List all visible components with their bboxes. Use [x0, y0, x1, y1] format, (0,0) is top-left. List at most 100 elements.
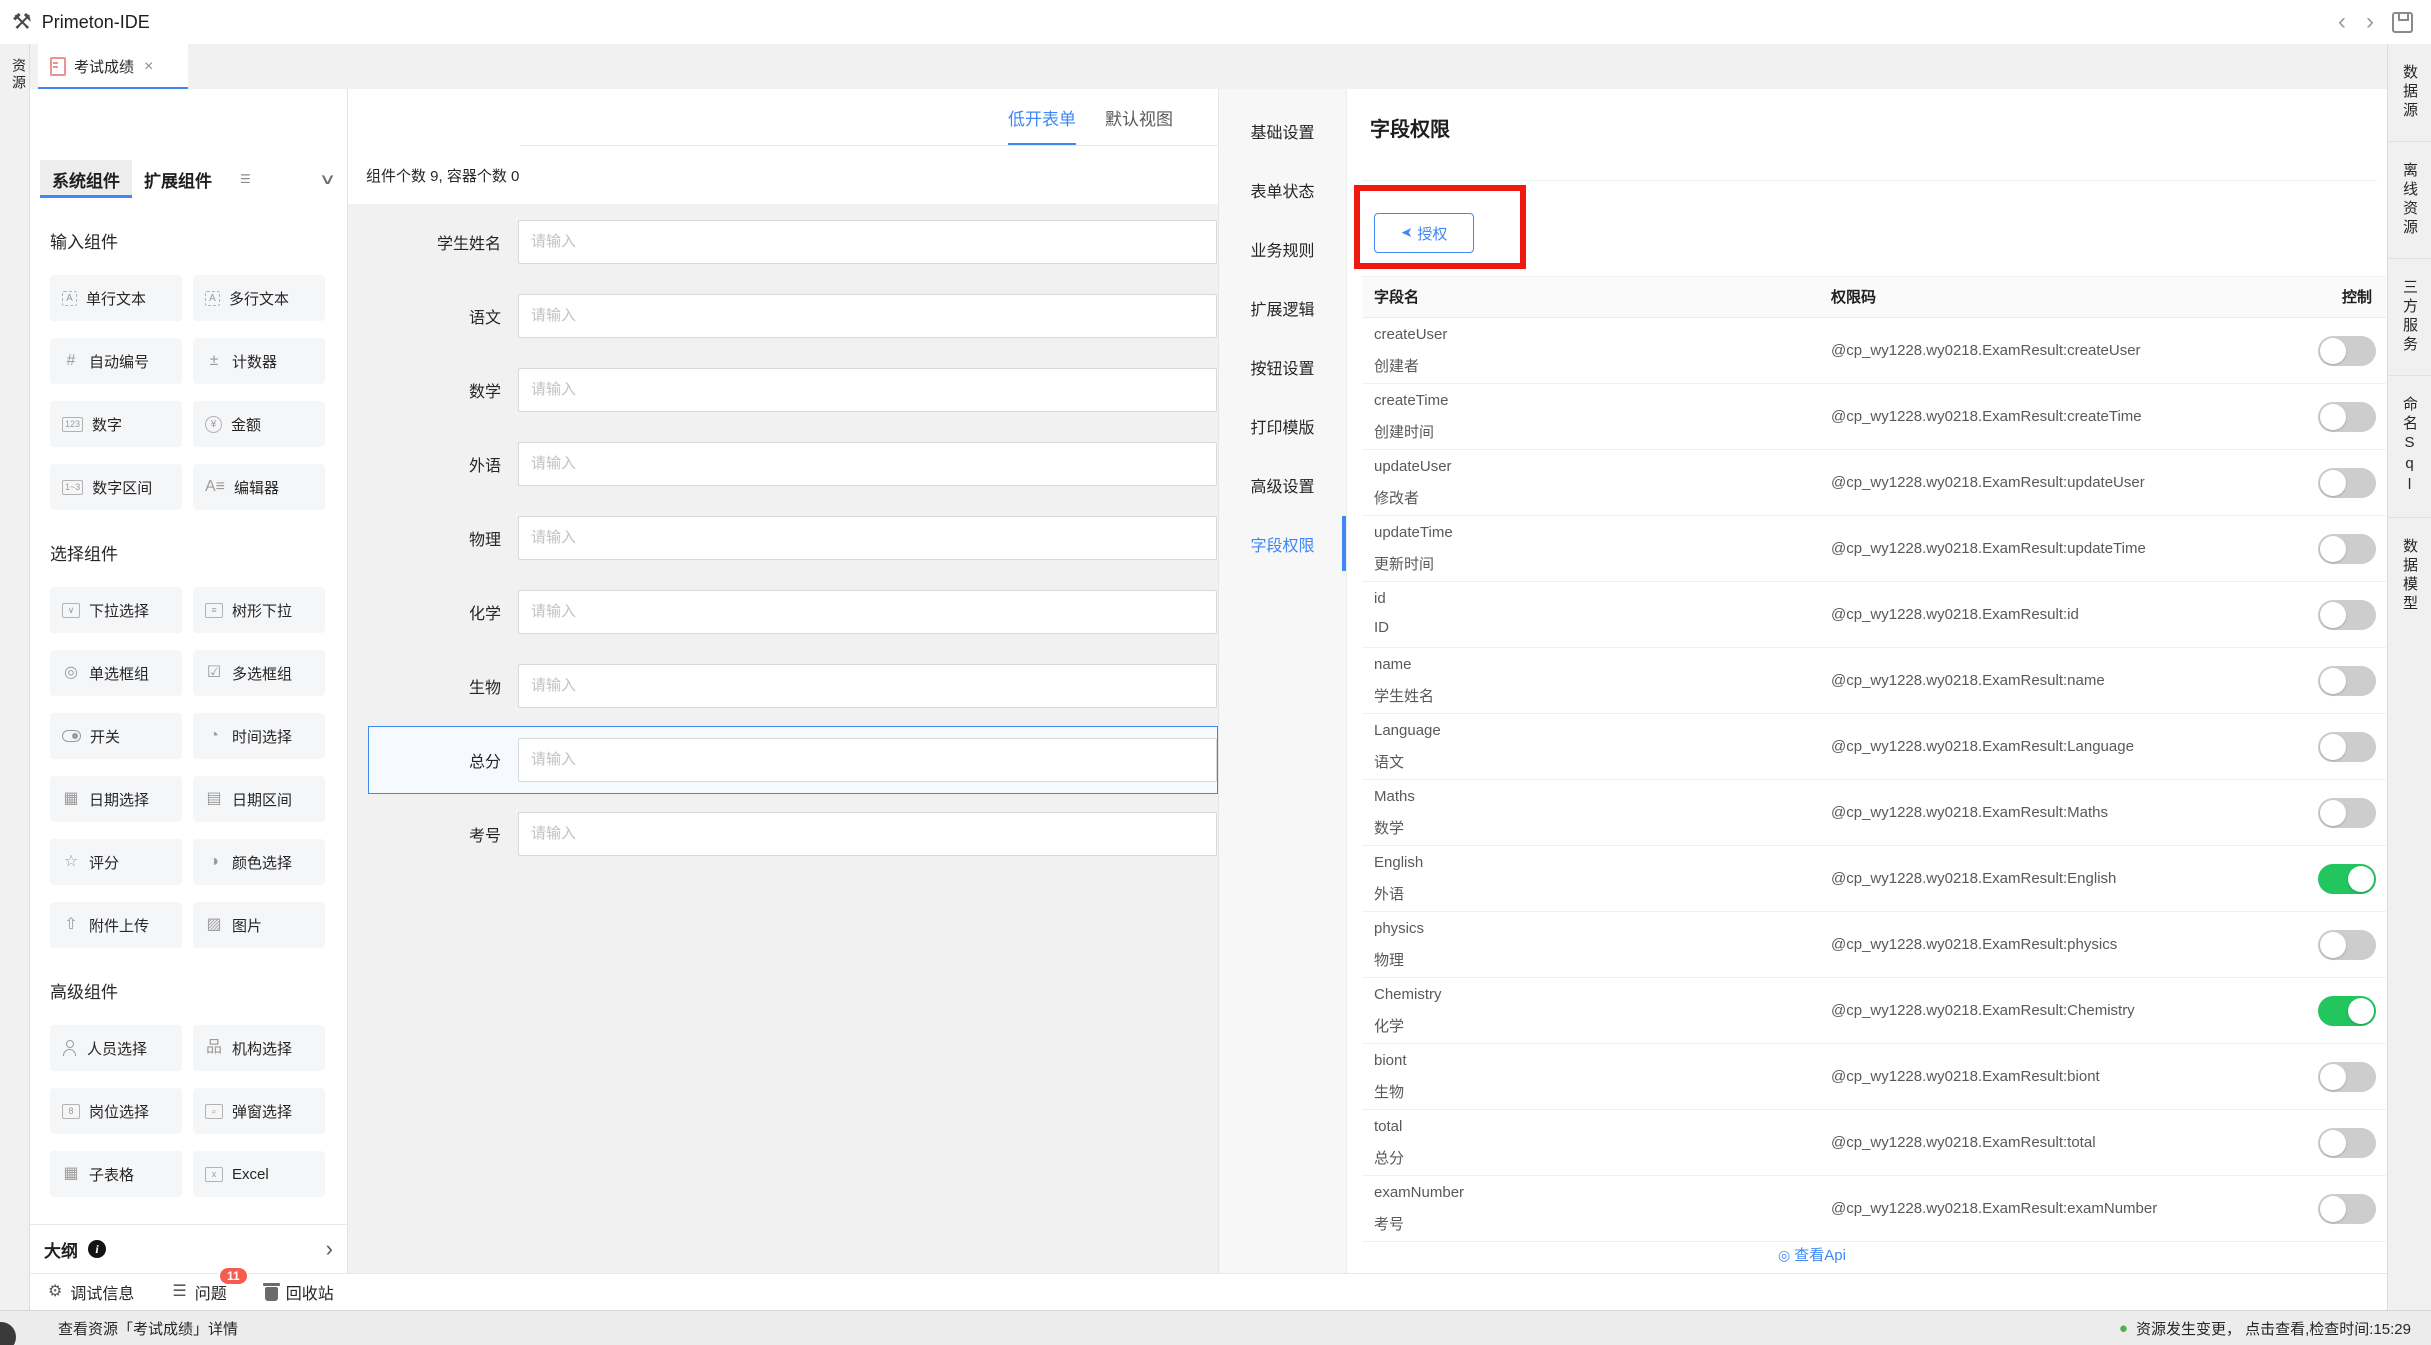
- view-api-link[interactable]: ◎查看Api: [1362, 1244, 2262, 1265]
- chevron-right-icon[interactable]: ›: [326, 1236, 333, 1262]
- palette-item-position-select[interactable]: 8岗位选择: [50, 1088, 182, 1134]
- palette-item-auto-number[interactable]: #自动编号: [50, 338, 182, 384]
- form-row[interactable]: 物理请输入: [368, 504, 1218, 572]
- right-rail-item-2[interactable]: 三方服务: [2399, 259, 2420, 375]
- palette-item-single-line-text[interactable]: A单行文本: [50, 275, 182, 321]
- settings-menu-item-3[interactable]: 扩展逻辑: [1219, 278, 1346, 337]
- status-right[interactable]: ● 资源发生变更， 点击查看,检查时间:15:29: [2119, 1318, 2411, 1339]
- toggle-switch[interactable]: [2318, 336, 2376, 366]
- palette-item-date-picker[interactable]: ▦日期选择: [50, 776, 182, 822]
- palette-item-popup-select[interactable]: ⌕弹窗选择: [193, 1088, 325, 1134]
- toggle-switch[interactable]: [2318, 930, 2376, 960]
- right-rail-item-3[interactable]: 命名Sql: [2399, 376, 2420, 517]
- toggle-switch[interactable]: [2318, 996, 2376, 1026]
- palette-item-image[interactable]: ▨图片: [193, 902, 325, 948]
- tab-extension-components[interactable]: 扩展组件: [132, 160, 224, 198]
- view-tab-1[interactable]: 默认视图: [1105, 89, 1173, 146]
- form-row[interactable]: 化学请输入: [368, 578, 1218, 646]
- toggle-switch[interactable]: [2318, 402, 2376, 432]
- issues-button[interactable]: ☰ 问题 11: [172, 1280, 226, 1304]
- palette-item-attachment-upload[interactable]: ⇧附件上传: [50, 902, 182, 948]
- form-row[interactable]: 总分请输入: [368, 726, 1218, 794]
- right-rail-item-1[interactable]: 离线资源: [2399, 142, 2420, 258]
- palette-item-sub-table[interactable]: ▦子表格: [50, 1151, 182, 1197]
- tab-system-components[interactable]: 系统组件: [40, 160, 132, 198]
- permission-code: @cp_wy1228.wy0218.ExamResult:name: [1831, 648, 2105, 714]
- settings-menu-item-5[interactable]: 打印模版: [1219, 396, 1346, 455]
- palette-item-editor[interactable]: A≡编辑器: [193, 464, 325, 510]
- field-input[interactable]: 请输入: [518, 738, 1217, 782]
- palette-item-switch[interactable]: 开关: [50, 713, 182, 759]
- palette-item-org-select[interactable]: 品机构选择: [193, 1025, 325, 1071]
- palette-item-color-picker[interactable]: ◑颜色选择: [193, 839, 325, 885]
- form-canvas: 学生姓名请输入语文请输入数学请输入外语请输入物理请输入化学请输入生物请输入总分请…: [348, 205, 1218, 1273]
- field-input[interactable]: 请输入: [518, 516, 1217, 560]
- toggle-switch[interactable]: [2318, 1128, 2376, 1158]
- field-input[interactable]: 请输入: [518, 368, 1217, 412]
- settings-menu-item-1[interactable]: 表单状态: [1219, 160, 1346, 219]
- palette-item-person-select[interactable]: 人员选择: [50, 1025, 182, 1071]
- form-row[interactable]: 外语请输入: [368, 430, 1218, 498]
- settings-menu-item-0[interactable]: 基础设置: [1219, 101, 1346, 160]
- settings-menu-item-6[interactable]: 高级设置: [1219, 455, 1346, 514]
- tab-exam-result[interactable]: 考试成绩 ×: [38, 44, 188, 89]
- form-row[interactable]: 生物请输入: [368, 652, 1218, 720]
- right-rail-item-4[interactable]: 数据模型: [2399, 518, 2420, 634]
- palette-item-excel[interactable]: xExcel: [193, 1151, 325, 1197]
- permission-code: @cp_wy1228.wy0218.ExamResult:Language: [1831, 714, 2134, 780]
- toggle-switch[interactable]: [2318, 666, 2376, 696]
- field-input[interactable]: 请输入: [518, 664, 1217, 708]
- palette-item-counter[interactable]: ±计数器: [193, 338, 325, 384]
- recycle-bin-button[interactable]: 回收站: [265, 1280, 334, 1304]
- right-rail-item-0[interactable]: 数据源: [2399, 44, 2420, 141]
- nav-forward-icon[interactable]: ›: [2364, 10, 2376, 34]
- palette-item-rating[interactable]: ☆评分: [50, 839, 182, 885]
- view-api-label: 查看Api: [1794, 1247, 1846, 1264]
- palette-item-tree-select[interactable]: ≡树形下拉: [193, 587, 325, 633]
- palette-item-number-range[interactable]: 1~3数字区间: [50, 464, 182, 510]
- nav-back-icon[interactable]: ‹: [2336, 10, 2348, 34]
- authorize-button[interactable]: ➤ 授权: [1374, 213, 1474, 253]
- settings-menu-item-2[interactable]: 业务规则: [1219, 219, 1346, 278]
- close-icon[interactable]: ×: [144, 58, 153, 76]
- permission-code: @cp_wy1228.wy0218.ExamResult:id: [1831, 582, 2079, 648]
- settings-menu-item-7[interactable]: 字段权限: [1219, 514, 1346, 573]
- palette-item-label: 机构选择: [232, 1038, 292, 1059]
- field-input[interactable]: 请输入: [518, 442, 1217, 486]
- status-left-text[interactable]: 查看资源「考试成绩」详情: [58, 1318, 238, 1339]
- settings-menu-item-4[interactable]: 按钮设置: [1219, 337, 1346, 396]
- save-icon[interactable]: [2392, 12, 2413, 33]
- palette-tabs: 系统组件 扩展组件 ☰ ∨: [40, 160, 337, 198]
- field-input[interactable]: 请输入: [518, 812, 1217, 856]
- toggle-switch[interactable]: [2318, 1062, 2376, 1092]
- toggle-switch[interactable]: [2318, 600, 2376, 630]
- field-input[interactable]: 请输入: [518, 294, 1217, 338]
- form-row[interactable]: 学生姓名请输入: [368, 208, 1218, 276]
- palette-item-time-picker[interactable]: ◔时间选择: [193, 713, 325, 759]
- rail-item-resources[interactable]: 资源: [0, 58, 29, 92]
- form-doc-icon: [50, 57, 66, 76]
- toggle-switch[interactable]: [2318, 468, 2376, 498]
- field-input[interactable]: 请输入: [518, 220, 1217, 264]
- toggle-switch[interactable]: [2318, 864, 2376, 894]
- form-row[interactable]: 考号请输入: [368, 800, 1218, 868]
- toggle-switch[interactable]: [2318, 1194, 2376, 1224]
- palette-item-radio-group[interactable]: ◎单选框组: [50, 650, 182, 696]
- toggle-switch[interactable]: [2318, 798, 2376, 828]
- form-row[interactable]: 数学请输入: [368, 356, 1218, 424]
- outline-row[interactable]: 大纲 ›: [30, 1224, 347, 1273]
- palette-item-dropdown-select[interactable]: ∨下拉选择: [50, 587, 182, 633]
- palette-list-icon[interactable]: ☰: [240, 172, 251, 186]
- palette-item-date-range[interactable]: ▤日期区间: [193, 776, 325, 822]
- palette-item-currency[interactable]: ¥金额: [193, 401, 325, 447]
- chevron-down-icon[interactable]: ∨: [319, 170, 337, 188]
- debug-info-button[interactable]: ⚙ 调试信息: [48, 1280, 134, 1304]
- palette-item-multi-line-text[interactable]: A多行文本: [193, 275, 325, 321]
- form-row[interactable]: 语文请输入: [368, 282, 1218, 350]
- field-input[interactable]: 请输入: [518, 590, 1217, 634]
- toggle-switch[interactable]: [2318, 534, 2376, 564]
- palette-item-checkbox-group[interactable]: ☑多选框组: [193, 650, 325, 696]
- palette-item-number[interactable]: 123数字: [50, 401, 182, 447]
- view-tab-0[interactable]: 低开表单: [1008, 89, 1076, 146]
- toggle-switch[interactable]: [2318, 732, 2376, 762]
